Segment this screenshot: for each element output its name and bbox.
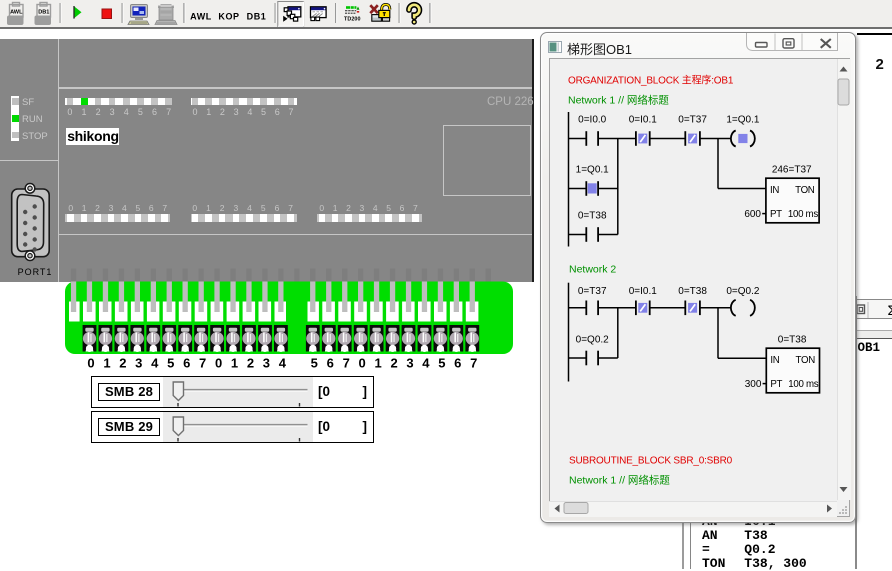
- svg-text:4: 4: [422, 356, 430, 371]
- svg-text:TON: TON: [795, 185, 815, 196]
- svg-text:4: 4: [279, 356, 287, 371]
- svg-text:3: 3: [135, 356, 142, 371]
- svg-text:0=Q0.2: 0=Q0.2: [575, 334, 609, 345]
- svg-text:0: 0: [215, 356, 222, 371]
- svg-text:1: 1: [231, 356, 238, 371]
- svg-text:AWL: AWL: [190, 12, 212, 22]
- svg-text:0=T38: 0=T38: [577, 210, 606, 221]
- svg-text:5: 5: [438, 356, 445, 371]
- svg-text:0=T37: 0=T37: [577, 286, 606, 297]
- svg-text:TON: TON: [795, 355, 815, 366]
- svg-text:SUBROUTINE_BLOCK SBR_0:SBR0: SUBROUTINE_BLOCK SBR_0:SBR0: [569, 455, 733, 466]
- svg-text:IN: IN: [770, 185, 779, 196]
- svg-text:246=T37: 246=T37: [771, 164, 811, 175]
- svg-text:TD200: TD200: [344, 16, 361, 22]
- svg-text:Network 1 // 网络标题: Network 1 // 网络标题: [569, 473, 670, 486]
- svg-text:0=I0.0: 0=I0.0: [578, 114, 607, 125]
- svg-text:3: 3: [406, 356, 413, 371]
- svg-text:6: 6: [454, 356, 461, 371]
- svg-text:0=Q0.2: 0=Q0.2: [726, 286, 760, 297]
- svg-text:IN: IN: [770, 355, 779, 366]
- svg-text:6: 6: [183, 356, 190, 371]
- svg-text:2: 2: [390, 356, 397, 371]
- svg-text:3: 3: [263, 356, 270, 371]
- svg-text:Network 1 // 网络标题: Network 1 // 网络标题: [568, 93, 669, 106]
- svg-text:1=Q0.1: 1=Q0.1: [575, 164, 609, 175]
- svg-text:1: 1: [374, 356, 381, 371]
- svg-text:Network 2: Network 2: [569, 263, 616, 275]
- svg-text:2: 2: [247, 356, 254, 371]
- svg-text:0=T38: 0=T38: [777, 334, 806, 345]
- svg-text:0=I0.1: 0=I0.1: [628, 286, 657, 297]
- svg-text:5: 5: [167, 356, 174, 371]
- svg-text:DB1: DB1: [38, 10, 49, 16]
- svg-text:7: 7: [199, 356, 206, 371]
- svg-text:1=Q0.1: 1=Q0.1: [726, 114, 760, 125]
- svg-text:0: 0: [358, 356, 365, 371]
- svg-text:5: 5: [311, 356, 318, 371]
- svg-text:600: 600: [744, 209, 761, 220]
- svg-text:DB1: DB1: [247, 12, 267, 22]
- svg-text:Σ: Σ: [887, 302, 892, 318]
- svg-text:2: 2: [119, 356, 126, 371]
- svg-text:AWL: AWL: [10, 10, 23, 16]
- svg-text:KOP: KOP: [218, 12, 239, 22]
- svg-text:ORGANIZATION_BLOCK 主程序:OB1: ORGANIZATION_BLOCK 主程序:OB1: [568, 73, 734, 86]
- svg-text:0: 0: [87, 356, 94, 371]
- svg-text:1: 1: [103, 356, 110, 371]
- svg-text:PT: PT: [770, 209, 782, 220]
- svg-text:300: 300: [744, 379, 761, 390]
- svg-text:100 ms: 100 ms: [788, 379, 818, 390]
- svg-text:7: 7: [470, 356, 477, 371]
- svg-text:4: 4: [151, 356, 159, 371]
- svg-text:PORT1: PORT1: [18, 267, 53, 277]
- svg-text:0=I0.1: 0=I0.1: [628, 114, 657, 125]
- svg-text:7: 7: [343, 356, 350, 371]
- svg-text:PT: PT: [770, 379, 782, 390]
- svg-text:0=T37: 0=T37: [678, 114, 707, 125]
- svg-text:0=T38: 0=T38: [678, 286, 707, 297]
- svg-text:6: 6: [327, 356, 334, 371]
- svg-text:100 ms: 100 ms: [787, 209, 817, 220]
